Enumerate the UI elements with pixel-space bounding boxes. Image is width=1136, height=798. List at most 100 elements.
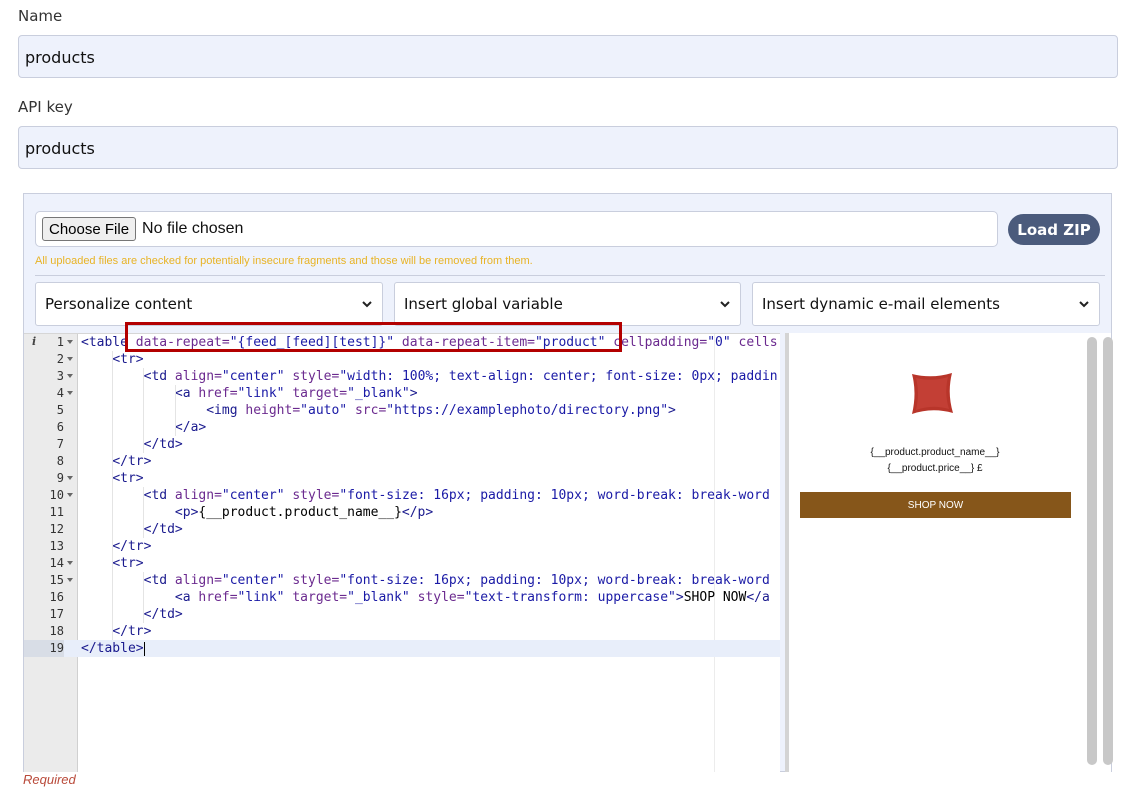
line-number: 2 xyxy=(56,352,64,366)
code-token: </td> xyxy=(143,522,183,537)
line-number: 19 xyxy=(24,640,64,657)
text-cursor xyxy=(143,641,145,656)
code-token: > xyxy=(668,403,676,418)
code-line[interactable]: 17 </td> xyxy=(24,606,780,623)
global-variable-select[interactable]: Insert global variable xyxy=(394,282,741,326)
code-token: "0" xyxy=(707,335,731,350)
preview-scrollbar[interactable] xyxy=(1087,337,1097,765)
code-line[interactable]: 14 <tr> xyxy=(24,555,780,572)
code-line[interactable]: 12 </td> xyxy=(24,521,780,538)
code-token: "auto" xyxy=(300,403,348,418)
code-text: <td align="center" style="font-size: 16p… xyxy=(81,572,770,589)
fold-toggle-icon[interactable] xyxy=(67,374,73,378)
code-text: <img height="auto" src="https://examplep… xyxy=(81,402,676,419)
code-editor[interactable]: i 1 <table data-repeat="{feed_[feed][test… xyxy=(24,333,780,772)
code-line[interactable]: 13 </tr> xyxy=(24,538,780,555)
fold-toggle-icon[interactable] xyxy=(67,561,73,565)
api-key-input[interactable]: products xyxy=(18,126,1118,169)
personalize-content-select[interactable]: Personalize content xyxy=(35,282,383,326)
api-key-label: API key xyxy=(18,98,73,116)
code-token: href= xyxy=(190,386,238,401)
line-number: 14 xyxy=(49,556,64,570)
code-line[interactable]: 15 <td align="center" style="font-size: … xyxy=(24,572,780,589)
code-token: "https://examplephoto/directory.png" xyxy=(386,403,669,418)
preview-scrollbar-secondary[interactable] xyxy=(1103,337,1113,765)
code-token: <p> xyxy=(174,505,199,520)
line-number: 13 xyxy=(49,539,64,553)
code-token: src= xyxy=(347,403,387,418)
line-number: 18 xyxy=(49,624,64,638)
code-token: style= xyxy=(284,488,340,503)
code-line[interactable]: 3 <td align="center" style="width: 100%;… xyxy=(24,368,780,385)
line-number: 7 xyxy=(56,437,64,451)
code-token: align= xyxy=(167,369,222,384)
line-number: 10 xyxy=(49,488,64,502)
code-text: <a href="link" target="_blank" style="te… xyxy=(81,589,770,606)
code-token: href= xyxy=(190,590,238,605)
fold-toggle-icon[interactable] xyxy=(67,391,73,395)
code-line[interactable]: 16 <a href="link" target="_blank" style=… xyxy=(24,589,780,606)
code-line[interactable]: 7 </td> xyxy=(24,436,780,453)
load-zip-button[interactable]: Load ZIP xyxy=(1008,214,1100,245)
line-number: 4 xyxy=(56,386,64,400)
code-line[interactable]: 5 <img height="auto" src="https://exampl… xyxy=(24,402,780,419)
code-text: </tr> xyxy=(81,453,151,470)
code-token: </tr> xyxy=(112,539,152,554)
indent-guide xyxy=(143,572,145,623)
line-number: 8 xyxy=(56,454,64,468)
code-text: </td> xyxy=(81,436,183,453)
preview-product-price: {__product.price__} £ xyxy=(887,463,983,474)
code-token: style= xyxy=(284,573,340,588)
code-line[interactable]: 11 <p>{__product.product_name__}</p> xyxy=(24,504,780,521)
fold-toggle-icon[interactable] xyxy=(67,578,73,582)
code-token: style= xyxy=(409,590,465,605)
code-line[interactable]: 4 <a href="link" target="_blank"> xyxy=(24,385,780,402)
code-token: align= xyxy=(167,573,222,588)
code-token: "_blank" xyxy=(347,386,410,401)
fold-toggle-icon[interactable] xyxy=(67,493,73,497)
indent-guide xyxy=(112,351,114,640)
code-line[interactable]: 18 </tr> xyxy=(24,623,780,640)
code-token: "text-transform: uppercase" xyxy=(464,590,676,605)
code-text: <td align="center" style="font-size: 16p… xyxy=(81,487,770,504)
code-token: {__product.product_name__} xyxy=(198,505,402,520)
code-token: style= xyxy=(284,369,340,384)
personalize-select-label: Personalize content xyxy=(45,295,193,313)
code-line[interactable]: 10 <td align="center" style="font-size: … xyxy=(24,487,780,504)
template-editor-panel: Choose File No file chosen Load ZIP All … xyxy=(23,193,1113,772)
code-line[interactable]: 6 </a> xyxy=(24,419,780,436)
preview-shop-now-button[interactable]: SHOP NOW xyxy=(800,492,1071,518)
code-token: target= xyxy=(284,386,348,401)
code-token: "width: 100%; text-align: center; font-s… xyxy=(339,369,778,384)
code-token: align= xyxy=(167,488,222,503)
dynamic-elements-select[interactable]: Insert dynamic e-mail elements xyxy=(752,282,1100,326)
required-text: Required xyxy=(23,772,76,787)
fold-toggle-icon[interactable] xyxy=(67,357,73,361)
code-line[interactable]: 19 </table> xyxy=(24,640,780,657)
name-input[interactable]: products xyxy=(18,35,1118,78)
code-line[interactable]: 2 <tr> xyxy=(24,351,780,368)
choose-file-button[interactable]: Choose File xyxy=(42,217,137,241)
global-variable-select-label: Insert global variable xyxy=(404,295,563,313)
code-line[interactable]: 8 </tr> xyxy=(24,453,780,470)
fold-toggle-icon[interactable] xyxy=(67,340,73,344)
divider xyxy=(35,275,1105,276)
line-number: 6 xyxy=(56,420,64,434)
line-number: 11 xyxy=(49,505,64,519)
code-token: "link" xyxy=(237,590,285,605)
indent-guide xyxy=(143,368,145,453)
fold-toggle-icon[interactable] xyxy=(67,476,73,480)
dynamic-elements-select-label: Insert dynamic e-mail elements xyxy=(762,295,1000,313)
code-token: "link" xyxy=(237,386,285,401)
line-number: 12 xyxy=(49,522,64,536)
product-image xyxy=(912,373,953,414)
code-token: > xyxy=(409,386,418,401)
code-token: <a xyxy=(174,590,191,605)
code-line[interactable]: 9 <tr> xyxy=(24,470,780,487)
line-number: 16 xyxy=(49,590,64,604)
line-number: 5 xyxy=(56,403,64,417)
upload-notice: All uploaded files are checked for poten… xyxy=(35,255,533,267)
code-token: <td xyxy=(143,573,168,588)
code-token: <tr> xyxy=(112,471,144,486)
preview-product-name: {__product.product_name__} xyxy=(870,447,1000,458)
